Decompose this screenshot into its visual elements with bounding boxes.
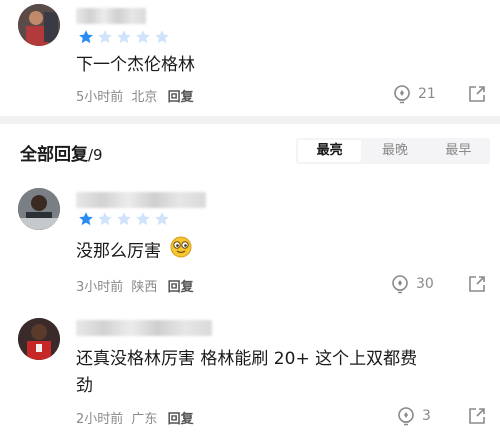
comment-text: 下一个杰伦格林 <box>76 55 195 75</box>
comment-meta: 5小时前 北京 回复 <box>76 86 194 105</box>
replies-title-text: 全部回复 <box>20 145 88 165</box>
lightbulb-like-icon <box>394 85 410 104</box>
lightbulb-like-icon <box>392 275 408 294</box>
avatar[interactable] <box>18 318 60 360</box>
star-filled-icon <box>79 212 93 226</box>
reply-location: 陕西 <box>131 280 158 295</box>
reply-location: 广东 <box>131 412 158 427</box>
sort-tab-earliest[interactable]: 最早 <box>427 138 490 164</box>
replies-count: /9 <box>88 146 103 164</box>
like-button[interactable]: 3 <box>396 406 431 426</box>
star-empty-icon <box>117 212 131 226</box>
reply-button[interactable]: 回复 <box>168 412 194 427</box>
reply-meta: 3小时前 陕西 回复 <box>76 276 194 295</box>
share-button[interactable] <box>468 275 486 293</box>
avatar-image <box>18 4 60 46</box>
username-blurred <box>76 192 206 208</box>
share-icon <box>469 408 485 424</box>
sort-tab-hottest[interactable]: 最亮 <box>298 140 362 162</box>
smug-face-emoji <box>170 236 192 267</box>
share-icon <box>469 86 485 102</box>
like-count: 21 <box>418 86 436 102</box>
reply-button[interactable]: 回复 <box>168 90 194 105</box>
reply-text: 还真没格林厉害 格林能刷 20+ 这个上双都费 劲 <box>76 346 486 400</box>
like-button[interactable]: 30 <box>390 274 434 294</box>
sort-tab-latest[interactable]: 最晚 <box>363 138 426 164</box>
star-empty-icon <box>155 30 169 44</box>
reply-meta: 2小时前 广东 回复 <box>76 408 194 427</box>
star-empty-icon <box>136 30 150 44</box>
avatar-image <box>18 188 60 230</box>
like-count: 3 <box>422 408 431 424</box>
star-empty-icon <box>155 212 169 226</box>
star-empty-icon <box>98 212 112 226</box>
avatar[interactable] <box>18 4 60 46</box>
share-icon <box>469 276 485 292</box>
star-empty-icon <box>136 212 150 226</box>
reply-text: 没那么厉害 <box>76 236 486 267</box>
section-divider <box>0 116 500 124</box>
avatar-image <box>18 318 60 360</box>
star-empty-icon <box>98 30 112 44</box>
star-empty-icon <box>117 30 131 44</box>
reply-text-line-2: 劲 <box>76 376 93 396</box>
lightbulb-like-icon <box>398 407 414 426</box>
like-button[interactable]: 21 <box>392 84 436 104</box>
reply-text-line-1: 还真没格林厉害 格林能刷 20+ 这个上双都费 <box>76 349 418 369</box>
username-blurred <box>76 8 146 24</box>
share-button[interactable] <box>468 407 486 425</box>
sort-tabs: 最亮 最晚 最早 <box>296 138 490 164</box>
comments-page: 下一个杰伦格林 5小时前 北京 回复 21 全部回复/9 最亮 最晚 最早 没那… <box>0 0 500 440</box>
share-button[interactable] <box>468 85 486 103</box>
comment-location: 北京 <box>131 90 158 105</box>
star-filled-icon <box>79 30 93 44</box>
comment-time: 5小时前 <box>76 90 124 105</box>
reply-time: 3小时前 <box>76 280 124 295</box>
reply-button[interactable]: 回复 <box>168 280 194 295</box>
like-count: 30 <box>416 276 434 292</box>
rating-stars <box>78 211 170 227</box>
avatar[interactable] <box>18 188 60 230</box>
reply-text-content: 没那么厉害 <box>76 241 161 262</box>
replies-title: 全部回复/9 <box>20 140 103 165</box>
emoji-icon <box>170 236 192 258</box>
reply-time: 2小时前 <box>76 412 124 427</box>
username-blurred <box>76 320 212 336</box>
rating-stars <box>78 29 170 45</box>
